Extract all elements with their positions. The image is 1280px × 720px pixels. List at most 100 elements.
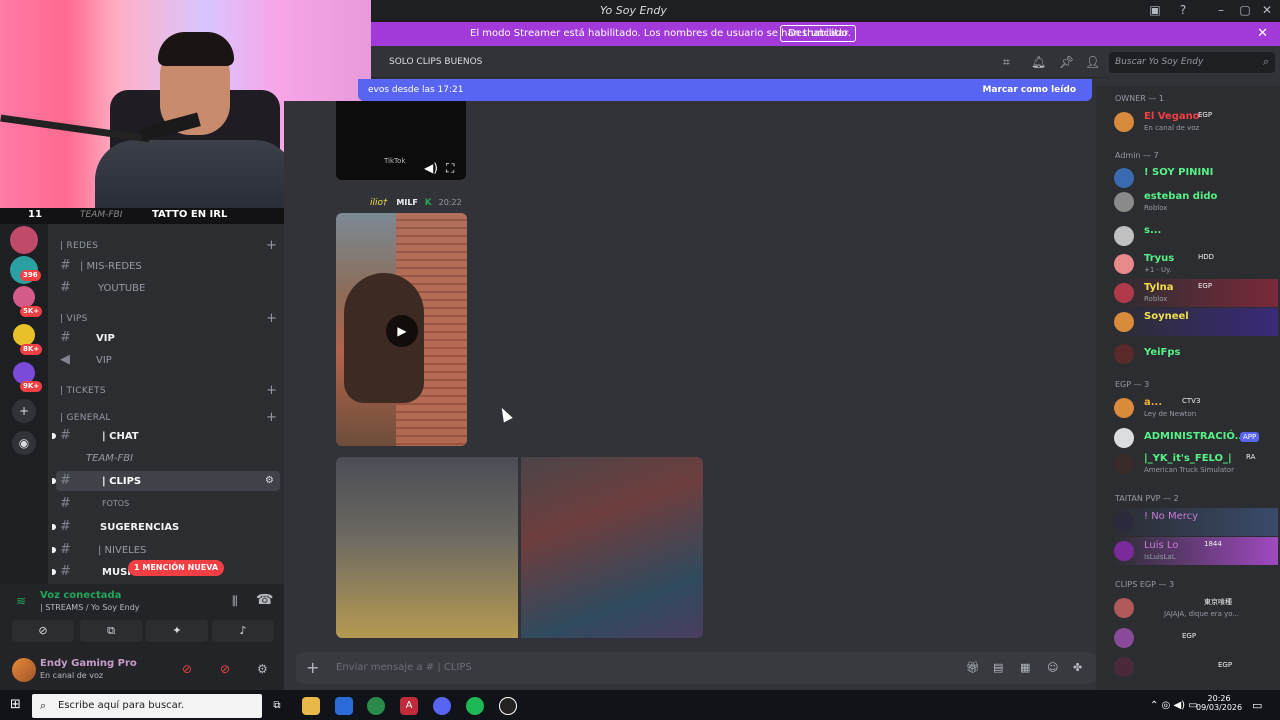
channel-fotos[interactable]: # FOTOS bbox=[56, 494, 280, 514]
member-row[interactable]: esteban dido Roblox bbox=[1112, 188, 1278, 216]
channel-sugerencias[interactable]: # SUGERENCIAS bbox=[52, 517, 280, 537]
discord-icon[interactable] bbox=[433, 697, 451, 715]
disable-streamer-button[interactable]: Deshabilitar bbox=[780, 25, 857, 42]
category-general[interactable]: | GENERAL bbox=[60, 413, 111, 423]
image-attachment[interactable] bbox=[336, 457, 518, 638]
emoji-icon[interactable]: ☺ bbox=[1047, 661, 1058, 674]
app-icon[interactable]: A bbox=[400, 697, 418, 715]
task-view-icon[interactable]: ⧉ bbox=[268, 697, 286, 715]
spotify-icon[interactable] bbox=[466, 697, 484, 715]
channel-niveles[interactable]: # | NIVELES bbox=[52, 540, 280, 560]
windows-start-icon[interactable]: ⊞ bbox=[10, 697, 21, 712]
play-icon[interactable]: ▶ bbox=[386, 315, 418, 347]
category-tickets[interactable]: | TICKETS bbox=[60, 386, 106, 396]
member-row[interactable]: 東京喰種 JAJAJA, dique era yo... bbox=[1112, 594, 1278, 622]
add-channel-icon[interactable]: + bbox=[266, 383, 277, 398]
server-badge: 9K+ bbox=[20, 381, 43, 392]
help-icon[interactable]: ? bbox=[1174, 3, 1192, 19]
mic-muted-icon[interactable]: ⊘ bbox=[182, 662, 192, 676]
file-explorer-icon[interactable] bbox=[302, 697, 320, 715]
mark-as-read-button[interactable]: Marcar como leído bbox=[982, 85, 1076, 95]
taskbar-clock[interactable]: 20:26 09/03/2026 bbox=[1196, 694, 1242, 712]
message-author[interactable]: ilio† bbox=[370, 198, 388, 208]
add-channel-icon[interactable]: + bbox=[266, 238, 277, 253]
maximize-icon[interactable]: ▢ bbox=[1236, 3, 1254, 19]
username[interactable]: Endy Gaming Pro bbox=[40, 658, 137, 669]
gift-icon[interactable]: 🎁︎ bbox=[966, 661, 980, 674]
member-row[interactable]: a... CTV3 Ley de Newton bbox=[1112, 394, 1278, 422]
message-composer[interactable]: + Enviar mensaje a # | CLIPS 🎁︎ ▤ ▦ ☺ ✤ bbox=[296, 652, 1096, 684]
member-list: OWNER — 1 El Vegano EGP En canal de voz … bbox=[1096, 86, 1280, 690]
member-row[interactable]: Luis Lo 1844 IsLuisLaL bbox=[1112, 537, 1278, 565]
video-embed[interactable]: TikTok ◀) ⛶ bbox=[336, 101, 466, 180]
member-row[interactable]: ! No Mercy bbox=[1112, 508, 1278, 536]
member-name: El Vegano bbox=[1144, 111, 1200, 122]
camera-off-button[interactable]: ⊘ bbox=[12, 620, 74, 642]
server-icon[interactable] bbox=[10, 226, 38, 254]
system-tray[interactable]: ⌃ ◎ ◀) ▭ bbox=[1150, 700, 1198, 711]
headphones-muted-icon[interactable]: ⊘ bbox=[220, 662, 230, 676]
explore-icon[interactable]: ◉ bbox=[12, 431, 36, 455]
chrome-icon[interactable] bbox=[367, 697, 385, 715]
apps-icon[interactable]: ✤ bbox=[1073, 661, 1082, 674]
settings-gear-icon[interactable]: ⚙ bbox=[257, 662, 268, 676]
new-mention-pill[interactable]: 1 MENCIÓN NUEVA bbox=[128, 560, 225, 576]
video-attachment[interactable]: ▶ bbox=[336, 213, 467, 446]
fullscreen-icon[interactable]: ⛶ bbox=[446, 161, 454, 176]
noise-suppression-icon[interactable]: ⫼ bbox=[232, 594, 238, 609]
monitor-icon[interactable]: ▣ bbox=[1146, 3, 1164, 19]
gif-icon[interactable]: ▤ bbox=[993, 661, 1003, 674]
category-redes[interactable]: | REDES bbox=[60, 241, 98, 251]
channel-vip[interactable]: # VIP bbox=[56, 328, 280, 348]
member-row[interactable]: EGP bbox=[1112, 624, 1278, 652]
member-row[interactable]: YeiFps bbox=[1112, 340, 1278, 368]
activities-button[interactable]: ✦ bbox=[146, 620, 208, 642]
avatar[interactable] bbox=[12, 658, 36, 682]
obs-icon[interactable] bbox=[499, 697, 517, 715]
member-tag: 1844 bbox=[1204, 540, 1222, 548]
voice-status[interactable]: Voz conectada bbox=[40, 590, 121, 601]
member-row[interactable]: ADMINISTRACIÓ... APP bbox=[1112, 424, 1278, 452]
member-row[interactable]: El Vegano EGP En canal de voz bbox=[1112, 108, 1278, 136]
member-row[interactable]: |_YK_it's_FELO_| RA American Truck Simul… bbox=[1112, 450, 1278, 478]
notification-icon[interactable]: ▭ bbox=[1252, 699, 1262, 712]
screen-share-button[interactable]: ⧉ bbox=[80, 620, 142, 642]
upload-plus-icon[interactable]: + bbox=[306, 658, 319, 677]
new-messages-bar[interactable]: evos desde las 17:21 Marcar como leído bbox=[358, 79, 1092, 101]
minimize-icon[interactable]: – bbox=[1212, 3, 1230, 19]
store-icon[interactable] bbox=[335, 697, 353, 715]
sticker-icon[interactable]: ▦ bbox=[1020, 661, 1030, 674]
server-icon[interactable] bbox=[13, 324, 35, 346]
member-row[interactable]: EGP bbox=[1112, 653, 1278, 681]
member-row[interactable]: Soyneel bbox=[1112, 308, 1278, 336]
threads-icon[interactable]: ⌗ bbox=[1003, 55, 1010, 70]
member-row[interactable]: Tryus HDD +1 · Uy. bbox=[1112, 250, 1278, 278]
volume-icon[interactable]: ◀) bbox=[424, 161, 438, 175]
category-vips[interactable]: | VIPS bbox=[60, 314, 88, 324]
channel-chat[interactable]: # | CHAT bbox=[52, 426, 280, 446]
add-channel-icon[interactable]: + bbox=[266, 410, 277, 425]
taskbar-search-input[interactable]: ⌕ Escribe aquí para buscar. bbox=[32, 694, 262, 718]
channel-team-fbi[interactable]: TEAM-FBI bbox=[56, 448, 280, 468]
search-input[interactable]: Buscar Yo Soy Endy ⌕ bbox=[1109, 52, 1275, 73]
server-icon[interactable] bbox=[13, 286, 35, 308]
disconnect-icon[interactable]: ☎ bbox=[256, 592, 273, 608]
channel-vip-voice[interactable]: ◀ VIP bbox=[56, 350, 280, 370]
banner-close-icon[interactable]: ✕ bbox=[1257, 26, 1268, 41]
soundboard-button[interactable]: ♪ bbox=[212, 620, 274, 642]
channel-clips[interactable]: # | CLIPS ⚙ bbox=[52, 471, 280, 491]
add-server-icon[interactable]: + bbox=[12, 399, 36, 423]
members-list-icon[interactable]: 👤︎ bbox=[1085, 55, 1100, 69]
image-attachment[interactable] bbox=[521, 457, 703, 638]
channel-youtube[interactable]: # YOUTUBE bbox=[56, 278, 280, 298]
voice-channel[interactable]: | STREAMS / Yo Soy Endy bbox=[40, 603, 140, 612]
notification-bell-icon[interactable]: 🔔︎ bbox=[1031, 55, 1046, 69]
channel-settings-icon[interactable]: ⚙ bbox=[265, 475, 274, 486]
pin-icon[interactable]: 📌︎ bbox=[1059, 55, 1074, 69]
member-row[interactable]: s... bbox=[1112, 222, 1278, 250]
add-channel-icon[interactable]: + bbox=[266, 311, 277, 326]
channel-mis-redes[interactable]: # | MIS-REDES bbox=[56, 256, 280, 276]
close-icon[interactable]: ✕ bbox=[1258, 3, 1276, 19]
avatar bbox=[1114, 112, 1134, 132]
member-row[interactable]: Tylna EGP Roblox bbox=[1112, 279, 1278, 307]
